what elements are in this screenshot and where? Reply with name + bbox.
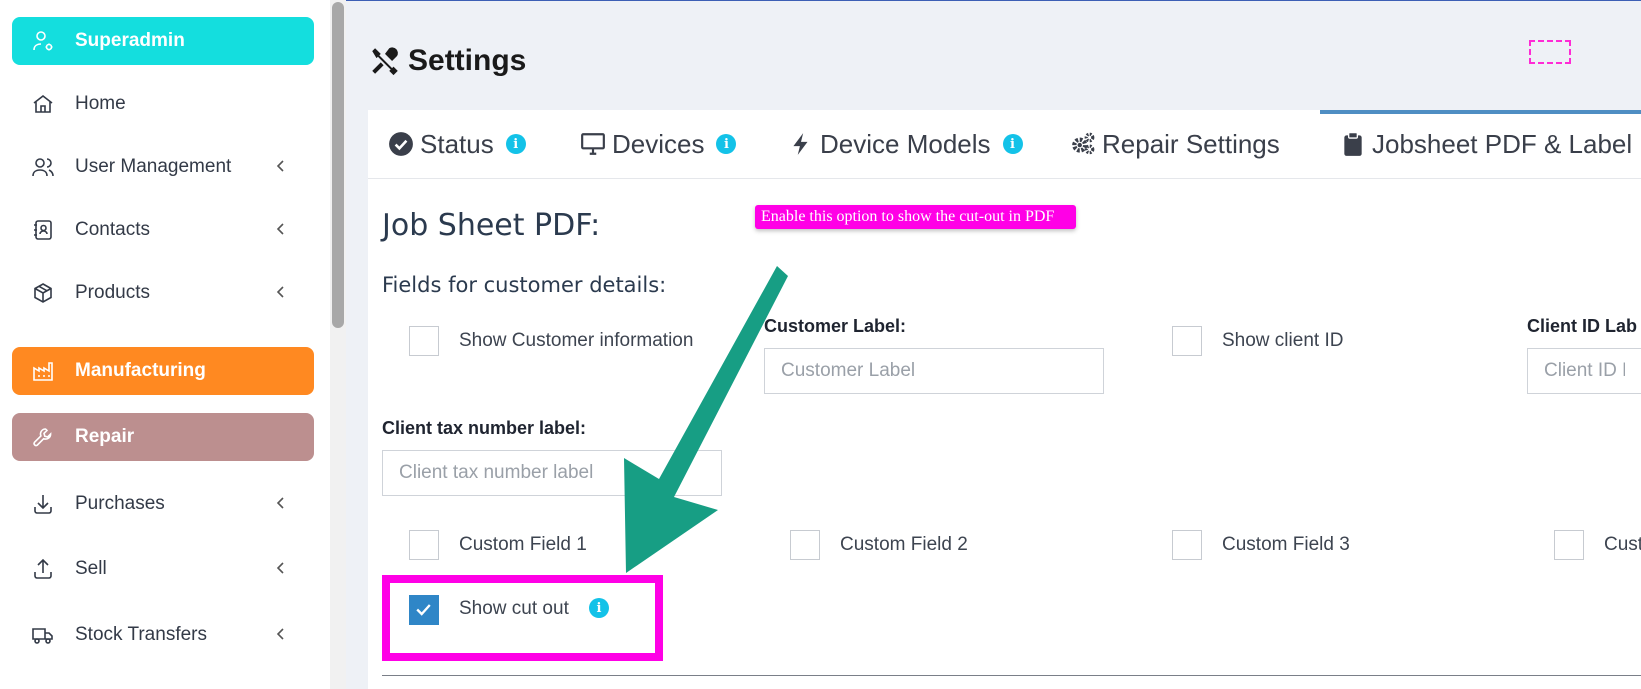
tab-status[interactable]: Status i xyxy=(388,110,526,178)
tab-repair-settings[interactable]: Repair Settings xyxy=(1070,110,1280,178)
wrench-icon xyxy=(30,424,56,450)
sidebar-item-label: Stock Transfers xyxy=(75,624,207,645)
page-title: Settings xyxy=(368,44,526,78)
box-icon xyxy=(30,280,56,306)
upload-icon xyxy=(30,556,56,582)
sidebar-item-label: User Management xyxy=(75,156,232,177)
sidebar-item-label: Purchases xyxy=(75,493,165,514)
tools-icon xyxy=(372,47,398,76)
annotation-highlight-box xyxy=(382,575,663,661)
home-icon xyxy=(30,91,56,117)
show-customer-info-checkbox[interactable] xyxy=(409,326,439,356)
user-cog-icon xyxy=(30,28,56,54)
chevron-left-icon xyxy=(276,497,284,509)
sidebar-item-label: Home xyxy=(75,93,126,114)
section-divider xyxy=(382,675,1641,676)
clipboard-icon xyxy=(1344,131,1362,156)
subhead-customer-details: Fields for customer details: xyxy=(382,273,667,297)
sidebar-item-label: Repair xyxy=(75,426,135,447)
chevron-left-icon xyxy=(276,562,284,574)
bolt-icon xyxy=(793,133,808,155)
chevron-left-icon xyxy=(276,160,284,172)
annotation-tooltip: Enable this option to show the cut-out i… xyxy=(755,205,1076,229)
tab-label: Status xyxy=(420,128,494,159)
customer-label-label: Customer Label: xyxy=(764,316,907,336)
tab-jobsheet-pdf-label[interactable]: Jobsheet PDF & Label xyxy=(1320,110,1641,174)
sidebar-item-user-management[interactable]: User Management xyxy=(12,143,314,191)
sidebar-item-contacts[interactable]: Contacts xyxy=(12,206,314,254)
sidebar-item-superadmin[interactable]: Superadmin xyxy=(12,17,314,65)
sidebar-item-label: Superadmin xyxy=(75,30,185,51)
show-client-id-checkbox[interactable] xyxy=(1172,326,1202,356)
show-client-id-label: Show client ID xyxy=(1222,330,1344,351)
tab-label: Repair Settings xyxy=(1102,128,1280,159)
sidebar-item-label: Sell xyxy=(75,558,107,579)
tab-label: Jobsheet PDF & Label xyxy=(1372,128,1633,159)
page-title-text: Settings xyxy=(408,44,527,77)
tab-label: Device Models xyxy=(820,128,991,159)
annotation-dashed-box xyxy=(1529,40,1571,64)
desktop-icon xyxy=(581,133,605,155)
sidebar: Superadmin Home User Management Contacts… xyxy=(0,0,330,689)
info-icon[interactable]: i xyxy=(505,134,526,154)
tab-label: Devices xyxy=(612,128,705,159)
custom-field-1-checkbox[interactable] xyxy=(409,530,439,560)
address-book-icon xyxy=(30,217,56,243)
info-icon[interactable]: i xyxy=(1002,134,1023,154)
custom-field-3-checkbox[interactable] xyxy=(1172,530,1202,560)
custom-field-3-label: Custom Field 3 xyxy=(1222,534,1350,555)
sidebar-item-purchases[interactable]: Purchases xyxy=(12,480,314,528)
truck-icon xyxy=(30,622,56,648)
customer-label-input[interactable] xyxy=(764,348,1104,394)
chevron-left-icon xyxy=(276,286,284,298)
show-customer-info-label: Show Customer information xyxy=(459,330,694,351)
custom-field-2-checkbox[interactable] xyxy=(790,530,820,560)
info-icon[interactable]: i xyxy=(716,134,737,154)
sidebar-item-sell[interactable]: Sell xyxy=(12,545,314,593)
sidebar-item-label: Manufacturing xyxy=(75,360,206,381)
sidebar-item-repair[interactable]: Repair xyxy=(12,413,314,461)
custom-field-4-checkbox[interactable] xyxy=(1554,530,1584,560)
custom-field-1-label: Custom Field 1 xyxy=(459,534,587,555)
custom-field-2-label: Custom Field 2 xyxy=(840,534,968,555)
chevron-left-icon xyxy=(276,223,284,235)
client-tax-label-label: Client tax number label: xyxy=(382,418,587,438)
tab-device-models[interactable]: Device Models i xyxy=(788,110,1023,178)
section-title-job-sheet-pdf: Job Sheet PDF: xyxy=(382,208,601,243)
users-icon xyxy=(30,154,56,180)
sidebar-item-products[interactable]: Products xyxy=(12,269,314,317)
custom-field-4-label: Cust xyxy=(1604,534,1641,555)
check-circle-icon xyxy=(389,132,413,156)
client-id-label-label: Client ID Lab xyxy=(1527,316,1638,336)
tab-devices[interactable]: Devices i xyxy=(580,110,737,178)
chevron-left-icon xyxy=(276,628,284,640)
client-id-label-input[interactable] xyxy=(1527,348,1641,394)
cogs-icon xyxy=(1072,132,1095,155)
sidebar-item-stock-transfers[interactable]: Stock Transfers xyxy=(12,611,314,659)
settings-tabs: Status i Devices i Device Models i Repai… xyxy=(368,110,1641,179)
factory-icon xyxy=(30,358,56,384)
sidebar-scrollbar-thumb[interactable] xyxy=(332,2,344,328)
sidebar-item-label: Contacts xyxy=(75,219,150,240)
sidebar-item-home[interactable]: Home xyxy=(12,80,314,128)
sidebar-item-label: Products xyxy=(75,282,150,303)
download-icon xyxy=(30,491,56,517)
sidebar-item-manufacturing[interactable]: Manufacturing xyxy=(12,347,314,395)
client-tax-label-input[interactable] xyxy=(382,450,722,496)
